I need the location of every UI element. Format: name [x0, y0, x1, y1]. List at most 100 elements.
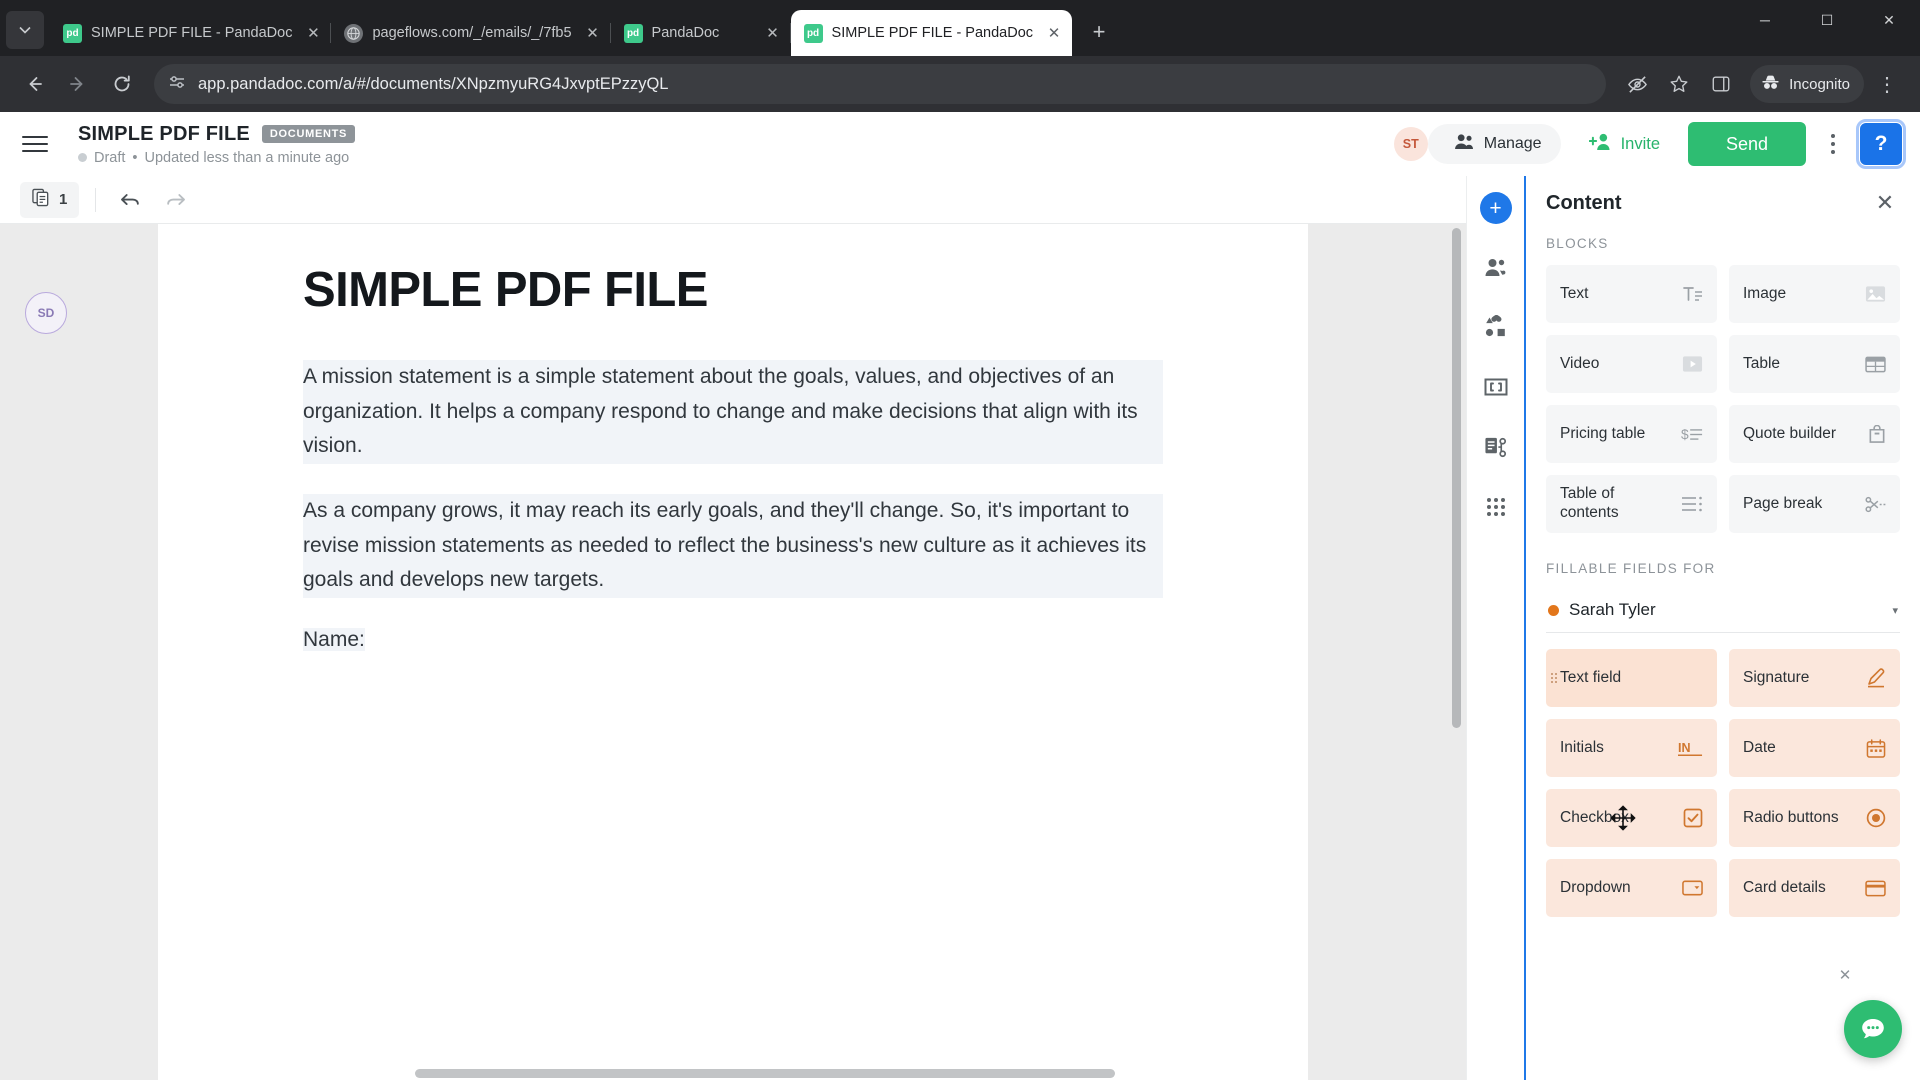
field-dropdown[interactable]: Dropdown	[1546, 859, 1717, 917]
close-icon[interactable]: ✕	[761, 21, 785, 45]
vertical-scrollbar[interactable]	[1452, 228, 1461, 728]
block-quote-builder[interactable]: Quote builder	[1729, 405, 1900, 463]
apps-grid-icon[interactable]	[1479, 490, 1513, 524]
icon-rail: +	[1466, 176, 1524, 1080]
block-pricing-table[interactable]: Pricing table $	[1546, 405, 1717, 463]
field-checkbox[interactable]: Checkbox	[1546, 789, 1717, 847]
block-page-break[interactable]: Page break	[1729, 475, 1900, 533]
incognito-indicator[interactable]: Incognito	[1750, 65, 1864, 103]
maximize-button[interactable]: ☐	[1796, 0, 1858, 40]
dropdown-icon	[1682, 879, 1703, 897]
field-label: Radio buttons	[1743, 808, 1839, 826]
horizontal-scrollbar[interactable]	[415, 1069, 1115, 1078]
tab-title: pageflows.com/_/emails/_/7fb5	[372, 25, 572, 41]
fillable-fields-section-label: FILLABLE FIELDS FOR	[1546, 561, 1716, 576]
globe-icon	[344, 23, 364, 43]
incognito-icon	[1760, 72, 1781, 97]
browser-tab[interactable]: pd PandaDoc ✕	[611, 10, 791, 56]
field-text-field[interactable]: Text field	[1546, 649, 1717, 707]
browser-tab[interactable]: pd SIMPLE PDF FILE - PandaDoc ✕	[50, 10, 332, 56]
block-image[interactable]: Image	[1729, 265, 1900, 323]
invite-label: Invite	[1620, 134, 1660, 153]
status-text: Draft	[94, 149, 126, 166]
minimize-button[interactable]: ─	[1734, 0, 1796, 40]
more-options-icon[interactable]	[1818, 124, 1848, 164]
close-icon[interactable]: ✕	[581, 21, 605, 45]
close-icon[interactable]: ✕	[301, 21, 325, 45]
reload-button[interactable]	[102, 64, 142, 104]
side-panel-icon[interactable]	[1702, 65, 1740, 103]
send-button[interactable]: Send	[1688, 122, 1806, 166]
bookmark-star-icon[interactable]	[1660, 65, 1698, 103]
hide-password-icon[interactable]	[1618, 65, 1656, 103]
workflow-icon[interactable]	[1479, 430, 1513, 464]
image-icon	[1865, 285, 1886, 303]
browser-tab-active[interactable]: pd SIMPLE PDF FILE - PandaDoc ✕	[790, 10, 1073, 56]
blocks-section-label: BLOCKS	[1546, 236, 1609, 251]
document-canvas: SD SIMPLE PDF FILE A mission statement i…	[0, 224, 1466, 1080]
field-initials[interactable]: Initials IN	[1546, 719, 1717, 777]
field-signature[interactable]: Signature	[1729, 649, 1900, 707]
field-label: Text field	[1560, 668, 1622, 686]
panel-title: Content	[1546, 191, 1622, 214]
close-icon[interactable]: ✕	[1042, 21, 1066, 45]
forward-button[interactable]	[58, 64, 98, 104]
tab-search-button[interactable]	[6, 11, 44, 49]
field-label: Date	[1743, 738, 1776, 756]
pandadoc-icon: pd	[623, 23, 643, 43]
canvas-left-gutter: SD	[3, 224, 158, 1080]
address-bar[interactable]: app.pandadoc.com/a/#/documents/XNpzmyuRG…	[154, 64, 1607, 104]
tab-title: PandaDoc	[651, 25, 720, 41]
manage-button[interactable]: Manage	[1427, 124, 1561, 164]
block-text[interactable]: Text	[1546, 265, 1717, 323]
invite-button[interactable]: Invite	[1572, 123, 1676, 165]
document-page[interactable]: SIMPLE PDF FILE A mission statement is a…	[158, 224, 1308, 1080]
field-label: Checkbox	[1560, 808, 1629, 826]
field-radio-buttons[interactable]: Radio buttons	[1729, 789, 1900, 847]
new-tab-button[interactable]: +	[1082, 15, 1116, 49]
menu-icon[interactable]	[22, 129, 56, 159]
field-date[interactable]: Date	[1729, 719, 1900, 777]
avatar[interactable]: SD	[25, 292, 67, 334]
people-icon	[1454, 133, 1475, 155]
browser-tab[interactable]: pageflows.com/_/emails/_/7fb5 ✕	[331, 10, 611, 56]
chevron-down-icon[interactable]: ▾	[1892, 604, 1898, 617]
close-icon[interactable]: ✕	[1870, 188, 1900, 218]
recipients-icon[interactable]	[1479, 250, 1513, 284]
toolbar-divider	[95, 187, 97, 212]
back-button[interactable]	[14, 64, 54, 104]
document-meta: SIMPLE PDF FILE DOCUMENTS Draft • Update…	[78, 123, 356, 166]
block-video[interactable]: Video	[1546, 335, 1717, 393]
field-card-details[interactable]: Card details	[1729, 859, 1900, 917]
initials-icon: IN	[1678, 739, 1703, 757]
chat-bubble-button[interactable]	[1844, 1000, 1902, 1058]
signature-icon	[1866, 668, 1886, 688]
pages-icon	[32, 188, 51, 211]
close-window-button[interactable]: ✕	[1858, 0, 1920, 40]
add-icon[interactable]: +	[1479, 192, 1512, 224]
block-label: Quote builder	[1743, 424, 1837, 442]
recipient-selector[interactable]: Sarah Tyler ▾	[1546, 590, 1900, 633]
page-count-button[interactable]: 1	[20, 181, 80, 218]
incognito-label: Incognito	[1789, 75, 1850, 93]
site-settings-icon[interactable]	[168, 73, 186, 96]
separator: •	[132, 149, 138, 166]
app-header: SIMPLE PDF FILE DOCUMENTS Draft • Update…	[0, 112, 1920, 176]
panel-body: BLOCKS Text Image Video Table Pricing ta…	[1526, 230, 1920, 1080]
canvas-right-gutter	[1308, 224, 1463, 1080]
block-table[interactable]: Table	[1729, 335, 1900, 393]
undo-icon[interactable]	[112, 182, 148, 218]
avatar[interactable]: ST	[1393, 127, 1428, 161]
chat-close-icon[interactable]: ✕	[1836, 966, 1854, 984]
variables-icon[interactable]	[1479, 370, 1513, 404]
help-button[interactable]: ?	[1856, 119, 1906, 169]
pricing-table-icon: $	[1681, 426, 1703, 443]
browser-menu-button[interactable]: ⋮	[1868, 65, 1906, 103]
redo-icon[interactable]	[158, 182, 194, 218]
block-table-of-contents[interactable]: Table of contents	[1546, 475, 1717, 533]
drag-handle-icon[interactable]	[1551, 673, 1557, 683]
shapes-icon[interactable]	[1479, 310, 1513, 344]
field-label: Signature	[1743, 668, 1810, 686]
add-person-icon	[1588, 132, 1612, 156]
block-label: Table of contents	[1560, 485, 1619, 521]
